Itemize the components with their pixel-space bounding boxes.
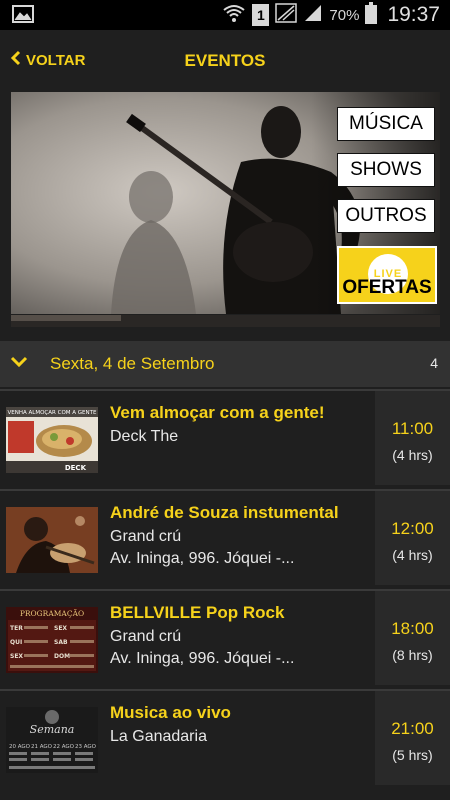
- event-duration: (4 hrs): [392, 547, 433, 563]
- battery-icon: [365, 1, 378, 29]
- sim-indicator: 1: [252, 4, 270, 26]
- date-label: Sexta, 4 de Setembro: [50, 354, 215, 373]
- event-time-column: 11:00 (4 hrs): [375, 391, 450, 485]
- event-row[interactable]: PROGRAMAÇÃO TER SEX QUI SAB SEX DOM BELL…: [0, 589, 450, 685]
- clock: 19:37: [387, 3, 440, 26]
- category-shows-button[interactable]: SHOWS: [337, 153, 435, 187]
- event-title: BELLVILLE Pop Rock: [110, 603, 285, 622]
- app-header: VOLTAR EVENTOS: [0, 30, 450, 92]
- event-duration: (5 hrs): [392, 747, 433, 763]
- event-row[interactable]: Semana 20 AGO 21 AGO 22 AGO 23 AGO Music…: [0, 689, 450, 785]
- event-duration: (4 hrs): [392, 447, 433, 463]
- event-venue: La Ganadaria: [110, 728, 207, 745]
- battery-percent: 70%: [329, 6, 360, 24]
- event-time-column: 12:00 (4 hrs): [375, 491, 450, 585]
- banner-shadow: [11, 314, 440, 327]
- svg-text:SAB: SAB: [54, 639, 68, 646]
- event-duration: (8 hrs): [392, 647, 433, 663]
- no-signal-icon: [275, 2, 298, 28]
- event-title: Musica ao vivo: [110, 703, 231, 722]
- offers-label: OFERTAS: [342, 277, 432, 298]
- category-musica-button[interactable]: MÚSICA: [337, 107, 435, 141]
- svg-text:21 AGO: 21 AGO: [31, 744, 53, 750]
- event-venue: Grand crú: [110, 528, 182, 545]
- signal-icon: [303, 3, 323, 28]
- event-venue: Deck The: [110, 428, 179, 445]
- event-title: André de Souza instumental: [110, 503, 339, 522]
- event-start-time: 12:00: [391, 519, 434, 538]
- event-time-column: 18:00 (8 hrs): [375, 591, 450, 685]
- image-notification-icon: [12, 5, 34, 28]
- status-bar: 1 70% 19:37: [0, 0, 450, 30]
- svg-text:23 AGO: 23 AGO: [75, 744, 97, 750]
- event-thumbnail: Semana 20 AGO 21 AGO 22 AGO 23 AGO: [6, 707, 98, 773]
- svg-text:PROGRAMAÇÃO: PROGRAMAÇÃO: [20, 609, 84, 618]
- svg-text:DOM: DOM: [54, 653, 70, 660]
- event-time-column: 21:00 (5 hrs): [375, 691, 450, 785]
- event-venue: Grand crú: [110, 628, 182, 645]
- chevron-down-icon: [10, 355, 28, 374]
- event-thumbnail: [6, 507, 98, 573]
- wifi-icon: [222, 3, 246, 28]
- date-group-header[interactable]: Sexta, 4 de Setembro 4: [0, 341, 450, 387]
- thumb-logo: DECK: [65, 464, 87, 472]
- event-thumbnail: PROGRAMAÇÃO TER SEX QUI SAB SEX DOM: [6, 607, 98, 673]
- svg-text:20 AGO: 20 AGO: [9, 744, 31, 750]
- event-start-time: 21:00: [391, 719, 434, 738]
- thumb-caption: VENHA ALMOÇAR COM A GENTE: [8, 410, 97, 416]
- event-start-time: 11:00: [391, 419, 434, 438]
- event-thumbnail: VENHA ALMOÇAR COM A GENTE DECK: [6, 407, 98, 473]
- event-address: Av. Ininga, 996. Jóquei -...: [110, 650, 295, 667]
- event-start-time: 18:00: [391, 619, 434, 638]
- event-row[interactable]: VENHA ALMOÇAR COM A GENTE DECK Vem almoç…: [0, 389, 450, 485]
- live-offers-button[interactable]: LIVE OFERTAS: [337, 246, 437, 304]
- event-row[interactable]: André de Souza instumental Grand crú Av.…: [0, 489, 450, 585]
- event-count-badge: 4: [430, 355, 438, 371]
- event-address: Av. Ininga, 996. Jóquei -...: [110, 550, 295, 567]
- svg-text:QUI: QUI: [10, 639, 22, 646]
- category-outros-button[interactable]: OUTROS: [337, 199, 435, 233]
- banner-image: MÚSICA SHOWS OUTROS LIVE OFERTAS: [11, 92, 440, 314]
- svg-text:SEX: SEX: [54, 625, 67, 632]
- svg-text:22 AGO: 22 AGO: [53, 744, 75, 750]
- event-title: Vem almoçar com a gente!: [110, 403, 325, 422]
- svg-text:TER: TER: [10, 625, 23, 632]
- page-title: EVENTOS: [184, 51, 266, 70]
- svg-text:Semana: Semana: [30, 723, 75, 736]
- svg-text:SEX: SEX: [10, 653, 23, 660]
